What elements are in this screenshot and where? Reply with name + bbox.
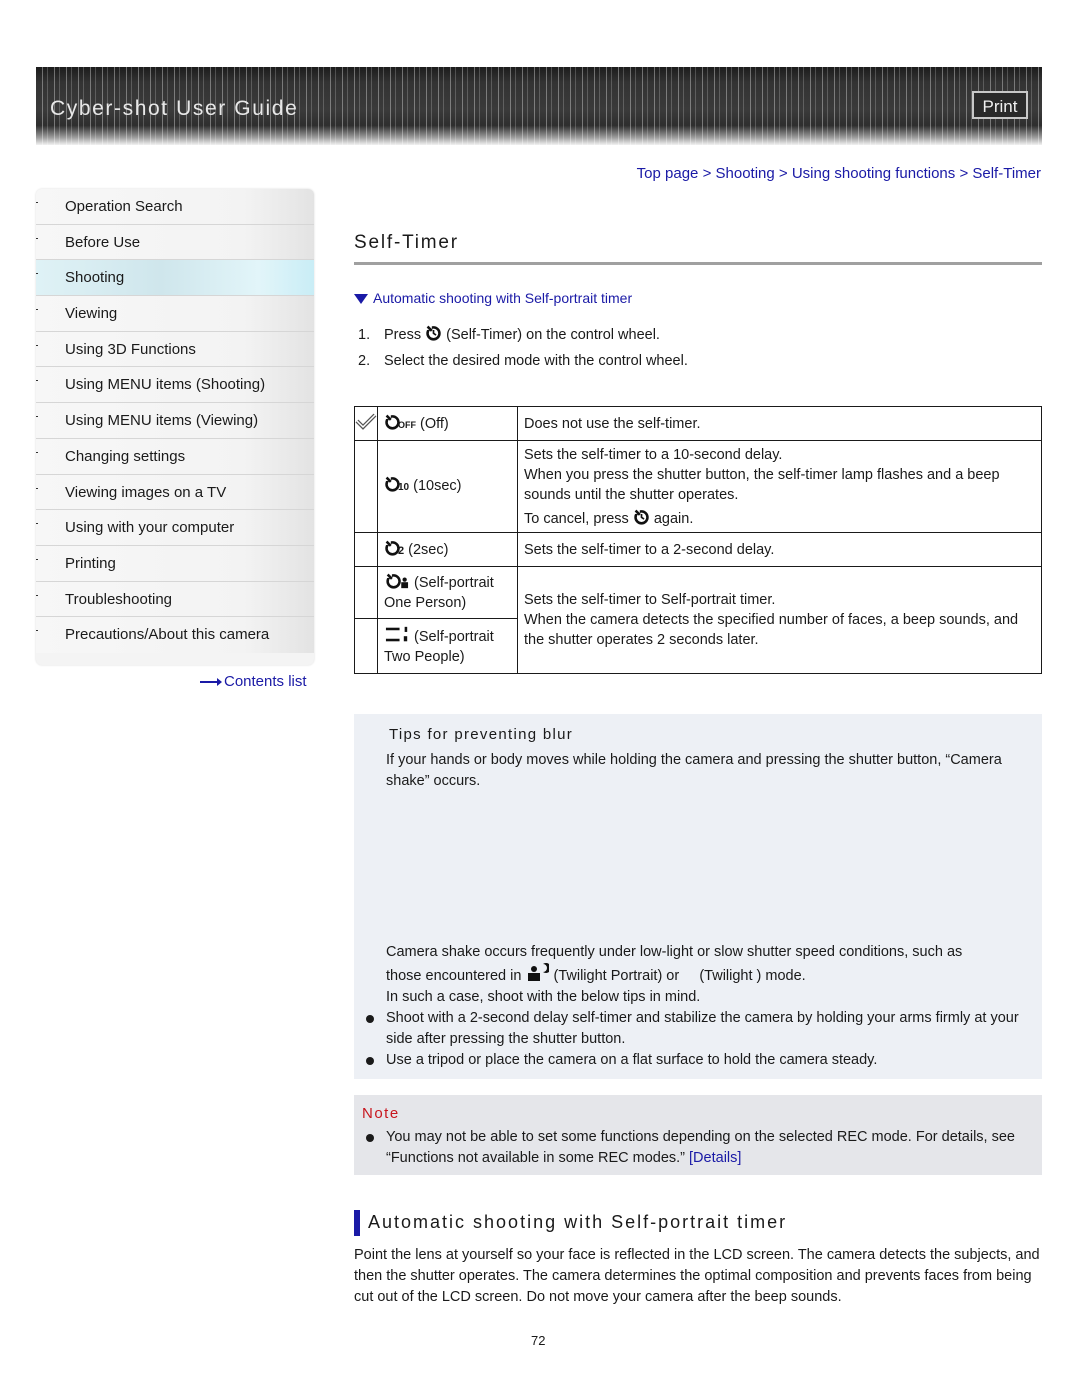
description-cell: Does not use the self-timer. [517, 406, 1042, 441]
description-cell: Sets the self-timer to Self-portrait tim… [517, 566, 1042, 674]
tips-intro: If your hands or body moves while holdin… [386, 752, 1002, 789]
twilight-portrait-icon [528, 963, 552, 981]
bullet-icon [366, 1015, 374, 1023]
table-row: OFF (Off) Does not use the self-timer. [354, 406, 1042, 441]
tips-body: Camera shake occurs frequently under low… [386, 944, 963, 1005]
tips-bullet-list: Shoot with a 2-second delay self-timer a… [364, 1008, 1034, 1071]
sidebar-item-menu-viewing[interactable]: Using MENU items (Viewing) [36, 403, 314, 439]
title-divider [354, 262, 1042, 265]
page-number: 72 [531, 1333, 546, 1348]
sidebar-item-viewing[interactable]: Viewing [36, 296, 314, 332]
arrow-right-icon [200, 678, 222, 687]
section-paragraph: Point the lens at yourself so your face … [354, 1247, 1040, 1305]
breadcrumb-using-shooting-functions[interactable]: Using shooting functions [792, 165, 955, 182]
sidebar-item-operation-search[interactable]: Operation Search [36, 189, 314, 225]
description-cell: Sets the self-timer to a 10-second delay… [517, 440, 1042, 533]
mode-cell: 2 (2sec) [377, 532, 518, 567]
table-row: (Self-portrait One Person) Sets the self… [354, 566, 1042, 674]
step-2: 2. Select the desired mode with the contr… [358, 353, 688, 369]
mode-cell: (Self-portrait One Person) [377, 566, 518, 619]
table-row: 2 (2sec) Sets the self-timer to a 2-seco… [354, 532, 1042, 567]
sidebar-nav: Operation Search Before Use Shooting Vie… [36, 189, 314, 665]
sidebar-item-printing[interactable]: Printing [36, 545, 314, 582]
step-1: 1. Press (Self-Timer) on the control whee… [358, 324, 688, 352]
self-timer-modes-table: OFF (Off) Does not use the self-timer. 1… [354, 406, 1042, 674]
sidebar-item-troubleshooting[interactable]: Troubleshooting [36, 581, 314, 618]
tips-title: Tips for preventing blur [389, 726, 574, 743]
selected-check-cell [354, 406, 378, 441]
sidebar-item-viewing-tv[interactable]: Viewing images on a TV [36, 474, 314, 511]
mode-cell: (Self-portrait Two People) [377, 618, 518, 674]
details-link[interactable]: [Details] [689, 1150, 741, 1166]
list-item: Shoot with a 2-second delay self-timer a… [364, 1008, 1034, 1050]
print-button[interactable]: Print [972, 91, 1028, 119]
note-title: Note [362, 1105, 400, 1122]
app-title: Cyber-shot User Guide [50, 97, 299, 120]
bullet-icon [366, 1134, 374, 1142]
list-item: You may not be able to set some function… [364, 1127, 1034, 1169]
table-row: 10 (10sec) Sets the self-timer to a 10-s… [354, 440, 1042, 533]
breadcrumb-separator: > [778, 165, 788, 182]
self-timer-icon [634, 508, 649, 525]
description-cell: Sets the self-timer to a 2-second delay. [517, 532, 1042, 567]
bullet-icon [366, 1057, 374, 1065]
sidebar-item-changing-settings[interactable]: Changing settings [36, 438, 314, 475]
list-item: Use a tripod or place the camera on a fl… [364, 1050, 1034, 1071]
contents-list-link[interactable]: Contents list [200, 673, 307, 690]
breadcrumb-top-page[interactable]: Top page [637, 165, 699, 182]
sidebar-item-menu-shooting[interactable]: Using MENU items (Shooting) [36, 367, 314, 404]
breadcrumb: Top page > Shooting > Using shooting fun… [637, 165, 1041, 182]
sidebar-item-before-use[interactable]: Before Use [36, 224, 314, 261]
breadcrumb-shooting[interactable]: Shooting [716, 165, 775, 182]
header-banner: Cyber-shot User Guide Print [36, 67, 1042, 145]
tips-box: Tips for preventing blur If your hands o… [354, 714, 1042, 1079]
breadcrumb-separator: > [702, 165, 712, 182]
checkmark-icon [355, 413, 377, 430]
page-title: Self-Timer [354, 232, 459, 253]
mode-cell: 10 (10sec) [377, 440, 518, 533]
sidebar-item-computer[interactable]: Using with your computer [36, 510, 314, 546]
triangle-down-icon [354, 294, 368, 304]
self-portrait-two-icon [385, 626, 408, 641]
sidebar-item-precautions[interactable]: Precautions/About this camera [36, 617, 314, 653]
steps-list: 1. Press (Self-Timer) on the control whee… [358, 324, 688, 380]
anchor-link-self-portrait[interactable]: Automatic shooting with Self-portrait ti… [354, 290, 632, 306]
self-timer-icon [426, 324, 441, 341]
mode-cell: OFF (Off) [377, 406, 518, 441]
anchor-link-label: Automatic shooting with Self-portrait ti… [373, 290, 633, 306]
sidebar-item-3d-functions[interactable]: Using 3D Functions [36, 331, 314, 368]
breadcrumb-separator: > [959, 165, 969, 182]
section-marker [354, 1210, 360, 1236]
breadcrumb-self-timer[interactable]: Self-Timer [972, 165, 1041, 182]
self-portrait-one-icon [386, 572, 409, 589]
contents-list-label: Contents list [224, 673, 307, 690]
note-box: Note You may not be able to set some fun… [354, 1095, 1042, 1175]
sidebar-item-shooting[interactable]: Shooting [36, 260, 314, 297]
